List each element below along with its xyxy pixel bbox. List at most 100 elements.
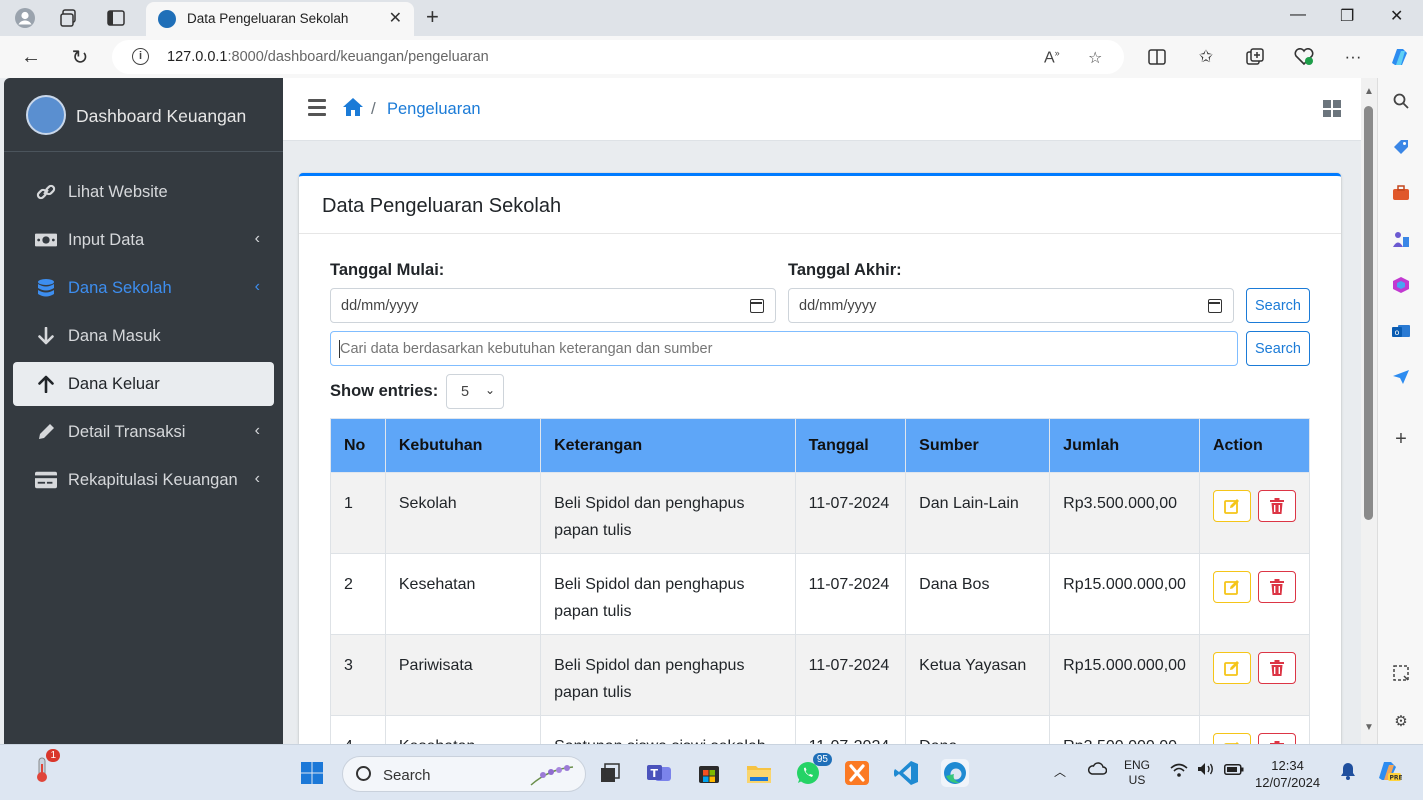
battery-icon[interactable]: [1224, 764, 1244, 778]
sidebar-item-dana-keluar[interactable]: Dana Keluar: [13, 362, 274, 406]
sidebar-item-lihat-website[interactable]: Lihat Website: [13, 170, 274, 214]
close-window-icon[interactable]: ✕: [1390, 6, 1403, 26]
sidebar-item-label: Input Data: [68, 231, 145, 249]
send-icon[interactable]: [1390, 366, 1412, 388]
sidebar-brand[interactable]: Dashboard Keuangan: [4, 78, 283, 152]
collections-icon[interactable]: [1243, 45, 1267, 69]
delete-button[interactable]: [1257, 571, 1296, 603]
cell-kebutuhan: Kesehatan: [384, 553, 542, 635]
col-header-keterangan[interactable]: Keterangan: [540, 418, 796, 473]
taskbar-clock[interactable]: 12:34 12/07/2024: [1255, 757, 1320, 791]
tab-active[interactable]: Data Pengeluaran Sekolah ✕: [146, 2, 414, 36]
file-explorer-icon[interactable]: [745, 759, 773, 787]
workspaces-icon[interactable]: [56, 5, 82, 31]
show-hidden-icons-icon[interactable]: ︿: [1054, 763, 1066, 780]
start-date-input[interactable]: dd/mm/yyyy: [330, 288, 776, 323]
favorites-icon[interactable]: ✩: [1194, 45, 1218, 69]
split-screen-icon[interactable]: [1145, 45, 1169, 69]
search-input[interactable]: Cari data berdasarkan kebutuhan keterang…: [330, 331, 1238, 366]
windows-taskbar: 1 Search T 95 ︿ ENG US 12:34 12/07/2024 …: [0, 744, 1423, 800]
weather-icon[interactable]: 1: [28, 749, 60, 783]
link-icon: [35, 181, 57, 203]
scroll-down-icon[interactable]: ▼: [1364, 722, 1374, 733]
copilot-icon[interactable]: [1387, 45, 1411, 69]
outlook-icon[interactable]: o: [1390, 320, 1412, 342]
wifi-icon[interactable]: [1170, 763, 1188, 780]
office-icon[interactable]: [1390, 274, 1412, 296]
settings-gear-icon[interactable]: ⚙: [1390, 710, 1412, 732]
close-tab-icon[interactable]: ✕: [389, 8, 402, 28]
microsoft-store-icon[interactable]: [695, 759, 723, 787]
task-view-icon[interactable]: [596, 759, 624, 787]
refresh-icon[interactable]: ↻: [67, 44, 93, 70]
toolbox-icon[interactable]: [1390, 182, 1412, 204]
edit-button[interactable]: [1212, 571, 1251, 603]
delete-button[interactable]: [1257, 490, 1296, 522]
favorite-star-icon[interactable]: ☆: [1088, 48, 1102, 68]
chevron-left-icon: ‹: [254, 278, 260, 295]
edit-button[interactable]: [1212, 490, 1251, 522]
teams-icon[interactable]: T: [645, 759, 673, 787]
hamburger-menu-icon[interactable]: [308, 99, 326, 116]
info-icon[interactable]: i: [132, 48, 149, 65]
apps-grid-icon[interactable]: [1323, 100, 1341, 117]
lavender-flower-icon: [529, 763, 575, 792]
onedrive-cloud-icon[interactable]: [1087, 761, 1108, 778]
text-search-button[interactable]: Search: [1246, 331, 1310, 366]
date-search-button[interactable]: Search: [1246, 288, 1310, 323]
home-icon[interactable]: [342, 97, 364, 119]
cell-keterangan: Beli Spidol dan penghapus papan tulis: [540, 553, 796, 635]
add-icon[interactable]: +: [1390, 428, 1412, 450]
back-icon[interactable]: ←: [18, 44, 44, 70]
scroll-thumb[interactable]: [1364, 106, 1373, 520]
entries-select[interactable]: 5 ⌄: [446, 374, 504, 409]
scroll-up-icon[interactable]: ▲: [1364, 86, 1374, 97]
page-scrollbar[interactable]: ▲ ▼: [1361, 78, 1377, 744]
minimize-icon[interactable]: —: [1290, 6, 1306, 24]
col-header-jumlah[interactable]: Jumlah: [1049, 418, 1200, 473]
end-date-input[interactable]: dd/mm/yyyy: [788, 288, 1234, 323]
sidebar-item-input-data[interactable]: Input Data ‹: [13, 218, 274, 262]
xampp-icon[interactable]: [843, 759, 871, 787]
cell-tanggal: 11-07-2024: [794, 634, 907, 716]
search-icon[interactable]: [1390, 90, 1412, 112]
windows-start-icon[interactable]: [298, 759, 326, 787]
search-icon: [356, 766, 371, 781]
new-tab-icon[interactable]: +: [426, 4, 439, 30]
copilot-preview-icon[interactable]: PRE: [1374, 758, 1403, 787]
calendar-icon[interactable]: [750, 299, 764, 313]
col-header-sumber[interactable]: Sumber: [905, 418, 1051, 473]
sidebar-item-detail-transaksi[interactable]: Detail Transaksi ‹: [13, 410, 274, 454]
profile-icon[interactable]: [12, 5, 38, 31]
delete-button[interactable]: [1257, 733, 1296, 744]
calendar-icon[interactable]: [1208, 299, 1222, 313]
col-header-kebutuhan[interactable]: Kebutuhan: [384, 418, 542, 473]
breadcrumb-separator: /: [371, 99, 376, 118]
edit-button[interactable]: [1212, 652, 1251, 684]
col-header-no[interactable]: No: [330, 418, 386, 473]
whatsapp-icon[interactable]: 95: [794, 753, 832, 787]
sidebar-item-rekapitulasi[interactable]: Rekapitulasi Keuangan ‹: [13, 458, 274, 502]
shopping-tag-icon[interactable]: [1390, 136, 1412, 158]
tab-actions-icon[interactable]: [103, 5, 129, 31]
cell-sumber: Dana Bos: [905, 553, 1051, 635]
taskbar-search-box[interactable]: Search: [342, 756, 586, 792]
language-indicator[interactable]: ENG US: [1124, 758, 1150, 788]
edit-button[interactable]: [1212, 733, 1251, 744]
more-menu-icon[interactable]: ···: [1341, 45, 1365, 69]
edge-browser-icon[interactable]: [941, 759, 969, 787]
delete-button[interactable]: [1257, 652, 1296, 684]
breadcrumb-current[interactable]: Pengeluaran: [387, 100, 481, 119]
read-aloud-icon[interactable]: A»: [1044, 48, 1060, 67]
volume-icon[interactable]: [1197, 762, 1215, 779]
address-bar[interactable]: i 127.0.0.1:8000/dashboard/keuangan/peng…: [112, 40, 1124, 74]
col-header-tanggal[interactable]: Tanggal: [794, 418, 907, 473]
sidebar-item-dana-masuk[interactable]: Dana Masuk: [13, 314, 274, 358]
sidebar-item-dana-sekolah[interactable]: Dana Sekolah ‹: [13, 266, 274, 310]
screenshot-icon[interactable]: [1390, 662, 1412, 684]
restore-icon[interactable]: ❐: [1340, 6, 1354, 26]
browser-essentials-icon[interactable]: [1292, 45, 1316, 69]
games-icon[interactable]: [1390, 228, 1412, 250]
notification-bell-icon[interactable]: [1339, 762, 1357, 783]
vscode-icon[interactable]: [892, 759, 920, 787]
